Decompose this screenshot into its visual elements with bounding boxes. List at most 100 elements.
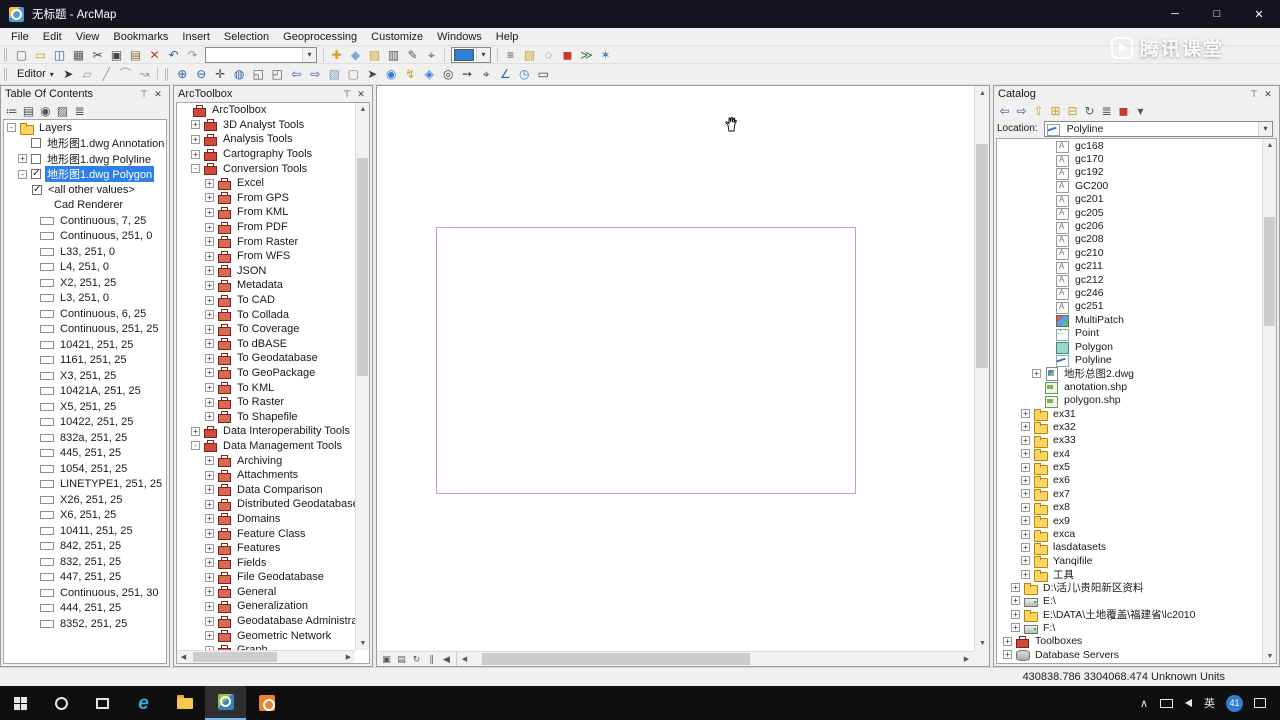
menu-item[interactable]: File bbox=[4, 28, 36, 45]
scroll-up-icon[interactable]: ▲ bbox=[975, 86, 990, 101]
catalog-item[interactable]: GC200 bbox=[997, 179, 1276, 194]
expander[interactable]: + bbox=[205, 412, 214, 422]
scrollbar-thumb[interactable] bbox=[976, 143, 988, 369]
catalog-item[interactable]: + ex7 bbox=[997, 487, 1276, 502]
expander[interactable]: + bbox=[1021, 542, 1030, 552]
toolbox-item[interactable]: + From WFS bbox=[177, 249, 369, 264]
catalog-item[interactable]: + ex5 bbox=[997, 460, 1276, 475]
catalog-item[interactable]: + ex4 bbox=[997, 447, 1276, 462]
toolbox-item[interactable]: + Domains bbox=[177, 512, 369, 527]
catalog-item[interactable]: + lasdatasets bbox=[997, 541, 1276, 555]
layer-checkbox[interactable] bbox=[31, 168, 41, 180]
legend-item[interactable]: 10421, 251, 25 bbox=[4, 337, 166, 353]
add-data-icon[interactable]: ✚ bbox=[327, 46, 346, 63]
back-icon[interactable]: ⇦ bbox=[996, 103, 1013, 118]
map-canvas[interactable] bbox=[377, 86, 974, 651]
toolbox-item[interactable]: + Data Interoperability Tools bbox=[177, 424, 369, 439]
toolbox-item[interactable]: + Geodatabase Administration bbox=[177, 614, 369, 629]
catalog-item[interactable]: + ex32 bbox=[997, 420, 1276, 435]
expander[interactable]: + bbox=[205, 587, 214, 597]
catalog-item[interactable]: gc251 bbox=[997, 300, 1276, 314]
toolbox-item[interactable]: + To Raster bbox=[177, 395, 369, 410]
pause-drawing-button[interactable]: ∥ bbox=[424, 652, 439, 666]
toolbox-item[interactable]: + To dBASE bbox=[177, 337, 369, 352]
toc-window-icon[interactable]: ≡ bbox=[501, 46, 520, 63]
zoom-out-icon[interactable]: ⊖ bbox=[192, 66, 211, 83]
toc-layer[interactable]: - 地形图1.dwg Polygon bbox=[4, 166, 166, 183]
expander[interactable]: + bbox=[205, 397, 214, 407]
toolbox-item[interactable]: + To Coverage bbox=[177, 322, 369, 337]
minimize-button[interactable]: ─ bbox=[1154, 0, 1196, 28]
catalog-item[interactable]: gc205 bbox=[997, 206, 1276, 221]
viewer-window-icon[interactable]: ▭ bbox=[534, 66, 553, 83]
python-window-icon[interactable]: ≫ bbox=[577, 46, 596, 63]
search-window-icon[interactable]: ◌ bbox=[539, 46, 558, 63]
catalog-item[interactable]: gc210 bbox=[997, 246, 1276, 261]
catalog-item[interactable]: + ex31 bbox=[997, 407, 1276, 421]
input-language-indicator[interactable]: 英 bbox=[1198, 695, 1221, 711]
expander[interactable]: + bbox=[205, 470, 214, 480]
legend-item[interactable]: 1054, 251, 25 bbox=[4, 461, 166, 477]
delete-icon[interactable]: ✕ bbox=[145, 46, 164, 63]
toolbox-item[interactable]: + To Collada bbox=[177, 307, 369, 322]
expander[interactable]: + bbox=[205, 193, 214, 203]
forward-icon[interactable]: ⇨ bbox=[1013, 103, 1030, 118]
hyperlink-icon[interactable]: ↯ bbox=[401, 66, 420, 83]
catalog-item[interactable]: Point bbox=[997, 326, 1276, 341]
legend-item[interactable]: L3, 251, 0 bbox=[4, 291, 166, 307]
legend-item[interactable]: Continuous, 6, 25 bbox=[4, 306, 166, 322]
expander[interactable]: + bbox=[205, 616, 214, 626]
snapping-icon[interactable]: ⌖ bbox=[422, 46, 441, 63]
toolbar-grip[interactable] bbox=[4, 48, 9, 61]
legend-item[interactable]: 832, 251, 25 bbox=[4, 554, 166, 570]
tray-chevron[interactable]: ∧ bbox=[1134, 697, 1154, 710]
find-icon[interactable]: ◎ bbox=[439, 66, 458, 83]
toolbox-item[interactable]: + General bbox=[177, 585, 369, 600]
catalog-item[interactable]: anotation.shp bbox=[997, 380, 1276, 395]
toc-root-item[interactable]: - Layers bbox=[4, 120, 166, 136]
toolbox-item[interactable]: + Geometric Network bbox=[177, 628, 369, 643]
toolbox-item[interactable]: + To GeoPackage bbox=[177, 366, 369, 381]
expander[interactable]: - bbox=[191, 441, 200, 451]
layer-label[interactable]: 地形图1.dwg Annotation bbox=[45, 135, 166, 151]
add-basemap-icon[interactable]: ◆ bbox=[346, 46, 365, 63]
expander[interactable]: - bbox=[18, 169, 27, 179]
catalog-item[interactable]: gc211 bbox=[997, 260, 1276, 274]
toc-layer[interactable]: 地形图1.dwg Annotation bbox=[4, 136, 166, 152]
expander[interactable]: + bbox=[191, 426, 200, 436]
expander[interactable]: + bbox=[205, 383, 214, 393]
legend-item[interactable]: 832a, 251, 25 bbox=[4, 430, 166, 446]
action-center-button[interactable] bbox=[1248, 698, 1272, 708]
redo-icon[interactable]: ↷ bbox=[183, 46, 202, 63]
catalog-item[interactable]: Polyline bbox=[997, 353, 1276, 368]
full-extent-icon[interactable]: ◍ bbox=[230, 66, 249, 83]
menu-item[interactable]: Edit bbox=[36, 28, 69, 45]
chevron-down-icon[interactable]: ▾ bbox=[1258, 121, 1272, 136]
catalog-item[interactable]: + E:\ bbox=[997, 594, 1276, 608]
menu-item[interactable]: Geoprocessing bbox=[276, 28, 364, 45]
expander[interactable]: + bbox=[205, 280, 214, 290]
catalog-item[interactable]: + ex9 bbox=[997, 514, 1276, 529]
menu-item[interactable]: Insert bbox=[175, 28, 217, 45]
expander[interactable]: + bbox=[205, 237, 214, 247]
toolbox-item[interactable]: + To CAD bbox=[177, 293, 369, 308]
scroll-right-icon[interactable]: ▶ bbox=[959, 652, 974, 667]
expander[interactable]: + bbox=[205, 251, 214, 261]
catalog-item[interactable]: + Yanqifile bbox=[997, 554, 1276, 569]
close-button[interactable]: ✕ bbox=[1238, 0, 1280, 28]
catalog-item[interactable]: gc206 bbox=[997, 219, 1276, 234]
table-options-icon[interactable]: ▥ bbox=[384, 46, 403, 63]
expander[interactable]: + bbox=[1021, 556, 1030, 566]
catalog-item[interactable]: gc192 bbox=[997, 166, 1276, 180]
options-menu-icon[interactable]: ▾ bbox=[1132, 103, 1149, 118]
find-route-icon[interactable]: ➙ bbox=[458, 66, 477, 83]
expander[interactable]: + bbox=[1021, 462, 1030, 472]
save-icon[interactable]: ◫ bbox=[50, 46, 69, 63]
toolbar-grip[interactable] bbox=[4, 67, 9, 81]
legend-item[interactable]: 8352, 251, 25 bbox=[4, 616, 166, 632]
expander[interactable]: + bbox=[1011, 583, 1020, 593]
scrollbar-thumb[interactable] bbox=[193, 652, 277, 662]
connect-folder-icon[interactable]: ⊞ bbox=[1047, 103, 1064, 118]
expander[interactable]: + bbox=[1011, 609, 1020, 619]
expander[interactable]: + bbox=[1003, 650, 1012, 660]
